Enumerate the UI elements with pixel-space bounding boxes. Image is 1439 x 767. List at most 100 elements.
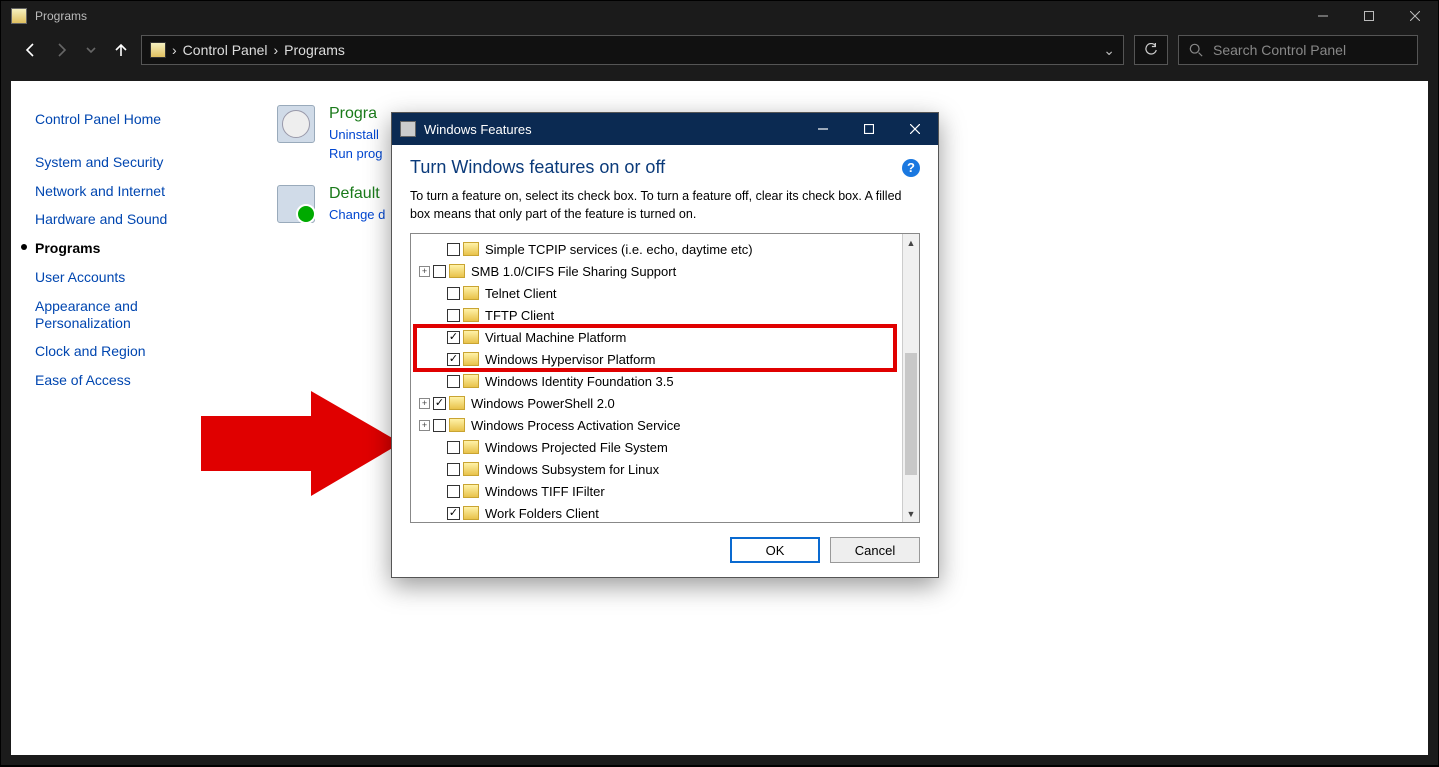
- scrollbar[interactable]: ▲ ▼: [902, 234, 919, 522]
- expander-icon[interactable]: +: [419, 398, 430, 409]
- windows-features-dialog: Windows Features Turn Windows features o…: [391, 112, 939, 578]
- folder-icon: [463, 462, 479, 476]
- control-panel-window: Programs › Control Panel › Programs ⌄ Se…: [0, 0, 1439, 766]
- feature-checkbox[interactable]: [447, 243, 460, 256]
- feature-checkbox[interactable]: [433, 419, 446, 432]
- feature-row[interactable]: + Windows PowerShell 2.0: [411, 392, 902, 414]
- back-button[interactable]: [21, 40, 41, 60]
- scroll-track[interactable]: [903, 251, 919, 505]
- feature-row[interactable]: +Windows Process Activation Service: [411, 414, 902, 436]
- feature-checkbox[interactable]: [447, 507, 460, 520]
- feature-row[interactable]: Work Folders Client: [411, 502, 902, 522]
- sidebar-item[interactable]: Programs: [35, 234, 235, 263]
- refresh-button[interactable]: [1134, 35, 1168, 65]
- expander-icon[interactable]: +: [419, 266, 430, 277]
- dialog-minimize-button[interactable]: [800, 113, 846, 145]
- feature-checkbox[interactable]: [447, 353, 460, 366]
- feature-checkbox[interactable]: [447, 309, 460, 322]
- chevron-down-icon[interactable]: ⌄: [1103, 42, 1115, 59]
- up-button[interactable]: [111, 40, 131, 60]
- expander-icon: [433, 442, 444, 453]
- feature-checkbox[interactable]: [447, 331, 460, 344]
- feature-label: SMB 1.0/CIFS File Sharing Support: [471, 264, 676, 279]
- folder-icon: [463, 286, 479, 300]
- recent-dropdown[interactable]: [81, 40, 101, 60]
- search-box[interactable]: Search Control Panel: [1178, 35, 1418, 65]
- scroll-down-button[interactable]: ▼: [903, 505, 919, 522]
- expander-icon: [433, 508, 444, 519]
- category-link[interactable]: Run prog: [329, 146, 382, 161]
- feature-label: Windows Identity Foundation 3.5: [485, 374, 674, 389]
- feature-label: Windows PowerShell 2.0: [471, 396, 615, 411]
- feature-row[interactable]: Windows Projected File System: [411, 436, 902, 458]
- sidebar-item[interactable]: Network and Internet: [35, 177, 235, 206]
- minimize-button[interactable]: [1300, 1, 1346, 31]
- feature-checkbox[interactable]: [433, 265, 446, 278]
- feature-row[interactable]: Windows Identity Foundation 3.5: [411, 370, 902, 392]
- main-panel: Progra Uninstall Run prog Default Change…: [277, 105, 385, 247]
- forward-button[interactable]: [51, 40, 71, 60]
- sidebar-item[interactable]: System and Security: [35, 148, 235, 177]
- feature-label: Simple TCPIP services (i.e. echo, daytim…: [485, 242, 753, 257]
- category-link[interactable]: Change d: [329, 207, 385, 222]
- scroll-thumb[interactable]: [905, 353, 917, 475]
- folder-icon: [463, 506, 479, 520]
- address-bar[interactable]: › Control Panel › Programs ⌄: [141, 35, 1124, 65]
- help-icon[interactable]: ?: [902, 159, 920, 177]
- feature-row[interactable]: Windows Hypervisor Platform: [411, 348, 902, 370]
- feature-row[interactable]: + SMB 1.0/CIFS File Sharing Support: [411, 260, 902, 282]
- dialog-icon: [400, 121, 416, 137]
- category-link[interactable]: Uninstall: [329, 127, 382, 142]
- maximize-button[interactable]: [1346, 1, 1392, 31]
- sidebar-item[interactable]: Ease of Access: [35, 366, 235, 395]
- feature-checkbox[interactable]: [433, 397, 446, 410]
- dialog-titlebar: Windows Features: [392, 113, 938, 145]
- titlebar: Programs: [1, 1, 1438, 31]
- search-icon: [1189, 43, 1203, 57]
- feature-checkbox[interactable]: [447, 485, 460, 498]
- sidebar-item[interactable]: Hardware and Sound: [35, 205, 235, 234]
- folder-icon: [463, 440, 479, 454]
- feature-checkbox[interactable]: [447, 441, 460, 454]
- folder-icon: [463, 242, 479, 256]
- expander-icon: [433, 376, 444, 387]
- expander-icon: [433, 486, 444, 497]
- sidebar-item[interactable]: Appearance and Personalization: [35, 292, 235, 338]
- feature-checkbox[interactable]: [447, 463, 460, 476]
- close-button[interactable]: [1392, 1, 1438, 31]
- chevron-right-icon: ›: [274, 42, 279, 58]
- dialog-maximize-button[interactable]: [846, 113, 892, 145]
- breadcrumb-root[interactable]: Control Panel: [183, 42, 268, 58]
- feature-row[interactable]: Simple TCPIP services (i.e. echo, daytim…: [411, 238, 902, 260]
- scroll-up-button[interactable]: ▲: [903, 234, 919, 251]
- category-title[interactable]: Progra: [329, 105, 382, 123]
- feature-label: Windows Projected File System: [485, 440, 668, 455]
- annotation-arrow: [191, 381, 411, 511]
- sidebar-item[interactable]: Clock and Region: [35, 337, 235, 366]
- ok-button[interactable]: OK: [730, 537, 820, 563]
- feature-row[interactable]: Windows Subsystem for Linux: [411, 458, 902, 480]
- feature-row[interactable]: Windows TIFF IFilter: [411, 480, 902, 502]
- sidebar-item[interactable]: Control Panel Home: [35, 105, 235, 134]
- expander-icon[interactable]: +: [419, 420, 430, 431]
- feature-checkbox[interactable]: [447, 375, 460, 388]
- feature-label: Windows TIFF IFilter: [485, 484, 605, 499]
- cancel-button[interactable]: Cancel: [830, 537, 920, 563]
- feature-row[interactable]: TFTP Client: [411, 304, 902, 326]
- category-title[interactable]: Default: [329, 185, 385, 203]
- feature-row[interactable]: Virtual Machine Platform: [411, 326, 902, 348]
- expander-icon: [433, 310, 444, 321]
- default-programs-category-icon: [277, 185, 315, 223]
- breadcrumb-current[interactable]: Programs: [284, 42, 345, 58]
- folder-icon: [463, 374, 479, 388]
- feature-label: Telnet Client: [485, 286, 557, 301]
- sidebar: Control Panel Home System and SecurityNet…: [35, 105, 235, 395]
- sidebar-item[interactable]: User Accounts: [35, 263, 235, 292]
- feature-row[interactable]: Telnet Client: [411, 282, 902, 304]
- folder-icon: [463, 352, 479, 366]
- feature-checkbox[interactable]: [447, 287, 460, 300]
- dialog-close-button[interactable]: [892, 113, 938, 145]
- folder-icon: [463, 308, 479, 322]
- chevron-right-icon: ›: [172, 42, 177, 58]
- folder-icon: [449, 418, 465, 432]
